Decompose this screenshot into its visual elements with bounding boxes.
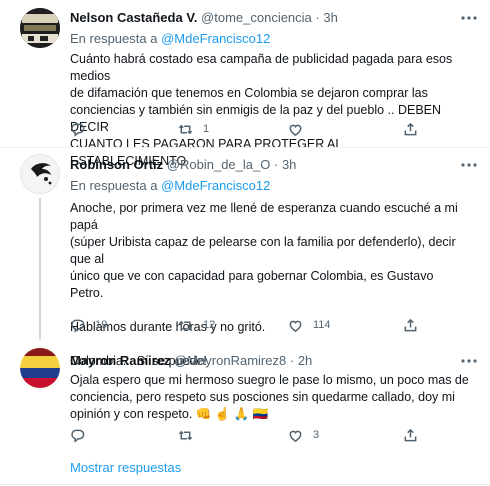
author-name[interactable]: Nelson Castañeda V.	[70, 10, 197, 25]
tweet-actions: 1	[70, 119, 450, 139]
tweet-text-line: conciencia, pero respeto sus posciones s…	[70, 390, 455, 404]
tweet-text: Ojala espero que mi hermoso suegro le pa…	[70, 372, 470, 423]
share-icon	[404, 122, 417, 135]
timestamp[interactable]: 2h	[298, 353, 312, 368]
more-icon	[461, 163, 477, 167]
replying-to: En respuesta a @MdeFrancisco12	[70, 31, 270, 47]
tweet-header: Nelson Castañeda V. @tome_conciencia · 3…	[70, 10, 338, 26]
separator-dot: ·	[315, 10, 320, 25]
reply-count: 19	[95, 319, 108, 331]
author-name[interactable]: Mayron Ramirez	[70, 353, 170, 368]
show-replies-link[interactable]: Mostrar respuestas	[70, 460, 181, 475]
timestamp[interactable]: 3h	[323, 10, 337, 25]
author-handle[interactable]: @MayronRamirez8	[174, 353, 286, 368]
more-icon	[461, 16, 477, 20]
tweet-text-line: (súper Uribista capaz de pelearse con la…	[70, 235, 456, 266]
tweet-1[interactable]: Nelson Castañeda V. @tome_conciencia · 3…	[0, 0, 490, 168]
tweet-text-segment: opinión y con respeto.	[70, 407, 193, 421]
replying-to-link[interactable]: @MdeFrancisco12	[161, 178, 270, 193]
tweet-text-line: de difamación que tenemos en Colombia se…	[70, 86, 428, 100]
more-button[interactable]	[458, 158, 480, 172]
retweet-icon	[178, 124, 193, 134]
replying-to-label: En respuesta a	[70, 178, 158, 193]
like-button[interactable]	[288, 119, 313, 139]
more-icon	[461, 359, 477, 363]
retweet-count: 1	[203, 123, 210, 135]
author-handle[interactable]: @Robin_de_la_O	[167, 157, 271, 172]
retweet-button[interactable]: 1	[178, 119, 209, 139]
divider	[0, 484, 490, 485]
share-button[interactable]	[403, 315, 418, 335]
tweet-header: Mayron Ramirez @MayronRamirez8 · 2h	[70, 353, 312, 369]
tweet-actions: 19 12 114	[70, 315, 450, 335]
retweet-count: 12	[203, 319, 216, 331]
reply-icon	[71, 429, 85, 443]
reply-button[interactable]	[70, 119, 95, 139]
replying-to-link[interactable]: @MdeFrancisco12	[161, 31, 270, 46]
replying-to-label: En respuesta a	[70, 31, 158, 46]
share-icon	[404, 318, 417, 331]
retweet-icon	[178, 430, 193, 440]
retweet-button[interactable]: 12	[178, 315, 215, 335]
thread-line	[39, 198, 41, 340]
more-button[interactable]	[458, 354, 480, 368]
share-button[interactable]	[403, 425, 418, 445]
like-icon	[289, 124, 302, 136]
tweet-text-line: Ojala espero que mi hermoso suegro le pa…	[70, 373, 469, 387]
replying-to: En respuesta a @MdeFrancisco12	[70, 178, 270, 194]
tweet-actions: 3	[70, 425, 450, 445]
tweet-text-line: único que ve con capacidad para gobernar…	[70, 269, 434, 300]
timestamp[interactable]: 3h	[282, 157, 296, 172]
reply-icon	[71, 319, 85, 333]
tweet-header: Robinson Ortiz @Robin_de_la_O · 3h	[70, 157, 296, 173]
share-icon	[404, 428, 417, 441]
separator-dot: ·	[289, 353, 295, 368]
separator-dot: ·	[273, 157, 279, 172]
retweet-button[interactable]	[178, 425, 203, 445]
retweet-icon	[178, 320, 193, 330]
share-button[interactable]	[403, 119, 418, 139]
avatar[interactable]	[20, 348, 60, 388]
avatar[interactable]	[20, 154, 60, 194]
tweet-2[interactable]: Robinson Ortiz @Robin_de_la_O · 3h En re…	[0, 148, 490, 368]
like-count: 3	[313, 429, 320, 441]
tweet-text-line: Anoche, por primera vez me llené de espe…	[70, 201, 458, 232]
like-button[interactable]: 3	[288, 425, 319, 445]
reply-button[interactable]: 19	[70, 315, 107, 335]
author-handle[interactable]: @tome_conciencia	[201, 10, 312, 25]
more-button[interactable]	[458, 11, 480, 25]
author-name[interactable]: Robinson Ortiz	[70, 157, 163, 172]
like-count: 114	[313, 319, 331, 331]
like-icon	[289, 430, 302, 442]
emoji-group: 👊 ☝ 🙏 🇨🇴	[195, 407, 269, 421]
avatar[interactable]	[20, 8, 60, 48]
tweet-text-line: Cuánto habrá costado esa campaña de publ…	[70, 52, 453, 83]
tweet-text-line: opinión y con respeto. 👊 ☝ 🙏 🇨🇴	[70, 406, 470, 423]
like-icon	[289, 320, 302, 332]
tweet-3[interactable]: Mayron Ramirez @MayronRamirez8 · 2h Ojal…	[0, 340, 490, 446]
reply-icon	[71, 123, 85, 137]
like-button[interactable]: 114	[288, 315, 331, 335]
reply-button[interactable]	[70, 425, 95, 445]
